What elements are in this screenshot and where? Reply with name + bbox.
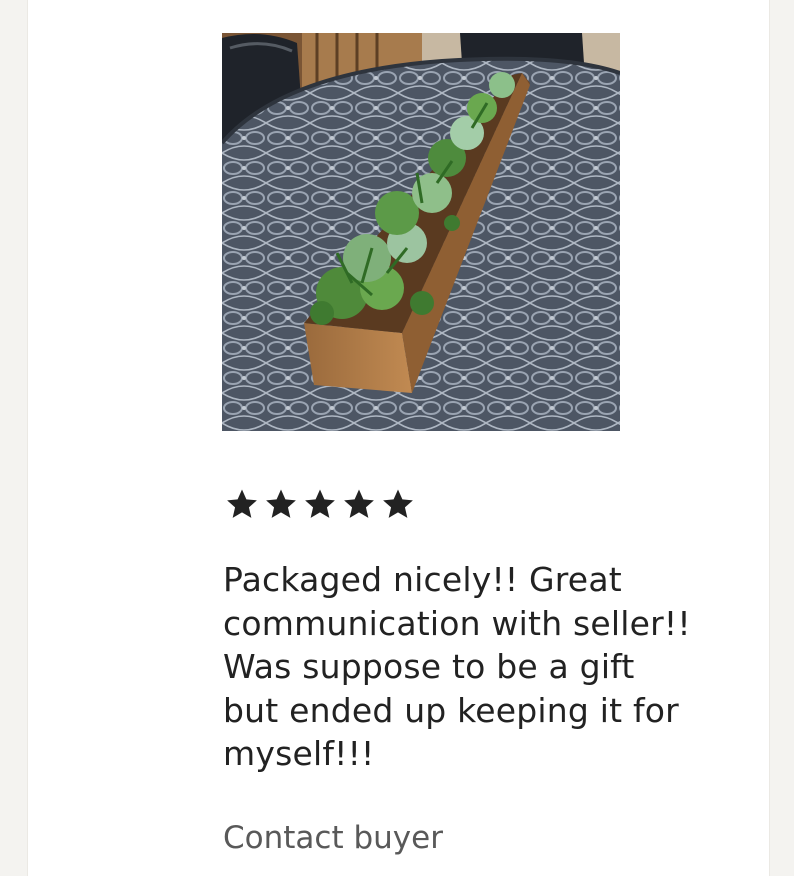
star-icon [266, 489, 296, 518]
star-icon [344, 489, 374, 518]
review-text: Packaged nicely!! Great communication wi… [223, 558, 783, 776]
contact-buyer-link[interactable]: Contact buyer [223, 818, 443, 858]
review-photo[interactable] [222, 33, 620, 431]
star-icon [383, 489, 413, 518]
review-card: Packaged nicely!! Great communication wi… [27, 0, 770, 876]
review-line: Was suppose to be a gift [223, 647, 635, 686]
review-line: myself!!! [223, 734, 375, 773]
review-line: but ended up keeping it for [223, 690, 679, 730]
review-line: Packaged nicely!! Great [223, 560, 622, 599]
planter-photo-image [222, 33, 620, 431]
review-line: communication with seller!! [223, 603, 691, 643]
star-icon [227, 489, 257, 518]
star-rating [225, 486, 415, 522]
star-icon [305, 489, 335, 518]
